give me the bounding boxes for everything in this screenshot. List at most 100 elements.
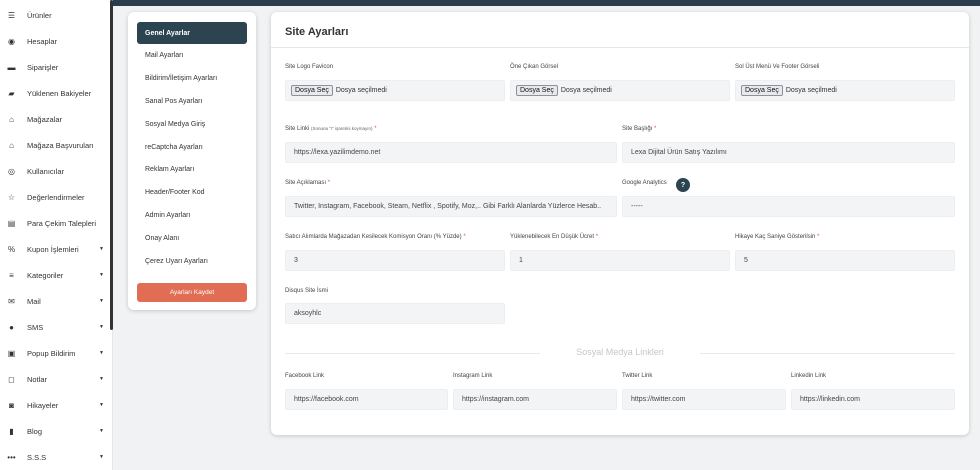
wallet-icon: ▰ [8, 88, 15, 98]
sidebar-item[interactable]: ◉ Hesaplar [0, 31, 108, 51]
sidebar-item[interactable]: ● SMS ▼ [0, 317, 108, 337]
sidebar-item[interactable]: ▰ Yüklenen Bakiyeler [0, 83, 108, 103]
sidebar-item-label: Notlar [27, 374, 48, 384]
story-seconds-label: Hikaye Kaç Saniye Gösterilsin * [735, 234, 820, 240]
google-analytics-label: Google Analytics [622, 180, 667, 186]
sidebar-item-label: Mail [27, 296, 41, 306]
save-settings-button[interactable]: Ayarları Kaydet [137, 283, 247, 302]
settings-menu-item[interactable]: Bildirim/İletişim Ayarları [137, 68, 247, 90]
featured-image-label: Öne Çıkan Görsel [510, 64, 559, 70]
sidebar-item[interactable]: ▬ Siparişler [0, 57, 108, 77]
sidebar-item-label: Ürünler [27, 10, 52, 20]
linkedin-input[interactable]: https://linkedin.com [791, 389, 955, 410]
sidebar-item-label: Değerlendirmeler [27, 192, 85, 202]
settings-menu-item[interactable]: Genel Ayarlar [137, 22, 247, 44]
site-description-input[interactable]: Twitter, Instagram, Facebook, Steam, Net… [285, 196, 617, 217]
sidebar-item[interactable]: ☆ Değerlendirmeler [0, 187, 108, 207]
sidebar-item[interactable]: ⌂ Mağazalar [0, 109, 108, 129]
camera-icon: ◙ [9, 400, 14, 410]
settings-menu-item[interactable]: reCaptcha Ayarları [137, 136, 247, 158]
site-link-label: Site Linki (Sonuna "/" işaretini koymayı… [285, 126, 377, 132]
caret-down-icon: ▼ [99, 246, 104, 252]
sidebar-item-label: Kategoriler [27, 270, 64, 280]
linkedin-label: Linkedin Link [791, 373, 827, 379]
disqus-label: Disqus Site İsmi [285, 288, 329, 294]
featured-choose-file-button[interactable]: Dosya Seç [516, 85, 558, 96]
store-application-icon: ⌂ [9, 140, 14, 150]
commission-label: Satıcı Alımlarda Mağazadan Kesilecek Kom… [285, 234, 466, 240]
users-icon: ◎ [8, 166, 15, 176]
settings-menu-item[interactable]: Sanal Pos Ayarları [137, 90, 247, 112]
min-payment-input[interactable]: 1 [510, 250, 730, 271]
instagram-input[interactable]: https://instagram.com [453, 389, 617, 410]
sidebar-item[interactable]: ⌂ Mağaza Başvuruları [0, 135, 108, 155]
caret-down-icon: ▼ [99, 402, 104, 408]
logo-choose-file-button[interactable]: Dosya Seç [291, 85, 333, 96]
settings-menu-item[interactable]: Reklam Ayarları [137, 159, 247, 181]
disqus-input[interactable]: aksoyhlc [285, 303, 505, 324]
twitter-input[interactable]: https://twitter.com [622, 389, 786, 410]
site-link-input[interactable]: https://lexa.yazilimdemo.net [285, 142, 617, 163]
help-icon[interactable]: ? [676, 178, 690, 192]
sidebar-item[interactable]: ◻ Notlar ▼ [0, 369, 108, 389]
menu-footer-image-file-input[interactable]: Dosya Seç Dosya seçilmedi [735, 80, 955, 101]
sidebar-item-label: Kullanıcılar [27, 166, 65, 176]
menu-footer-image-label: Sol Üst Menü Ve Footer Görseli [735, 64, 820, 70]
sidebar-item-label: Siparişler [27, 62, 59, 72]
commission-input[interactable]: 3 [285, 250, 505, 271]
site-settings-card: Site Ayarları Site Logo Favicon Dosya Se… [271, 12, 969, 435]
site-title-input[interactable]: Lexa Dijital Ürün Satış Yazılımı [622, 142, 955, 163]
sidebar-item-label: Kupon İşlemleri [27, 244, 79, 254]
sidebar: ☰ Ürünler ◉ Hesaplar ▬ Siparişler ▰ Yüklenen Ba… [0, 0, 113, 470]
settings-menu-item[interactable]: Admin Ayarları [137, 204, 247, 226]
facebook-input[interactable]: https://facebook.com [285, 389, 448, 410]
sidebar-item[interactable]: ☰ Ürünler [0, 5, 108, 25]
settings-menu-item[interactable]: Mail Ayarları [137, 45, 247, 67]
min-payment-label: Yüklenebilecek En Düşük Ücret * [510, 234, 599, 240]
sidebar-item-label: Mağaza Başvuruları [27, 140, 94, 150]
logo-file-status: Dosya seçilmedi [335, 87, 387, 94]
google-analytics-input[interactable]: ----- [622, 196, 955, 217]
sidebar-item-label: Popup Bildirim [27, 348, 76, 358]
sidebar-item[interactable]: ≡ Kategoriler ▼ [0, 265, 108, 285]
sidebar-item[interactable]: ▤ Para Çekim Talepleri [0, 213, 108, 233]
settings-menu-item[interactable]: Onay Alanı [137, 227, 247, 249]
mail-icon: ✉ [8, 296, 15, 306]
sidebar-item[interactable]: ◎ Kullanıcılar [0, 161, 108, 181]
settings-menu-item[interactable]: Çerez Uyarı Ayarları [137, 250, 247, 272]
logo-favicon-label: Site Logo Favicon [285, 64, 334, 70]
list-icon: ☰ [7, 10, 16, 20]
sidebar-scrollbar[interactable] [110, 0, 113, 330]
site-title-label: Site Başlığı * [622, 126, 657, 132]
user-circle-icon: ◉ [8, 36, 15, 46]
facebook-label: Facebook Link [285, 373, 325, 379]
sidebar-item[interactable]: ••• S.S.S ▼ [0, 447, 108, 467]
caret-down-icon: ▼ [99, 350, 104, 356]
settings-menu-item[interactable]: Sosyal Medya Giriş [137, 113, 247, 135]
site-description-label: Site Açıklaması * [285, 180, 331, 186]
featured-image-file-input[interactable]: Dosya Seç Dosya seçilmedi [510, 80, 730, 101]
title-divider [271, 47, 969, 48]
sidebar-item[interactable]: ▮ Blog ▼ [0, 421, 108, 441]
settings-menu-item[interactable]: Header/Footer Kod [137, 182, 247, 204]
sidebar-item-label: Mağazalar [27, 114, 63, 124]
page-title: Site Ayarları [285, 26, 349, 38]
menu-footer-choose-file-button[interactable]: Dosya Seç [741, 85, 783, 96]
story-seconds-input[interactable]: 5 [735, 250, 955, 271]
instagram-label: Instagram Link [453, 373, 493, 379]
top-bar [113, 0, 980, 6]
sidebar-item[interactable]: % Kupon İşlemleri ▼ [0, 239, 108, 259]
caret-down-icon: ▼ [99, 376, 104, 382]
chat-icon: ● [9, 322, 14, 332]
settings-menu: Genel Ayarlar Mail Ayarları Bildirim/İleti… [128, 12, 256, 310]
sidebar-item[interactable]: ✉ Mail ▼ [0, 291, 108, 311]
blog-icon: ▮ [9, 426, 14, 436]
sidebar-item-label: Hesaplar [27, 36, 58, 46]
twitter-label: Twitter Link [622, 373, 653, 379]
logo-favicon-file-input[interactable]: Dosya Seç Dosya seçilmedi [285, 80, 505, 101]
sidebar-item[interactable]: ◙ Hikayeler ▼ [0, 395, 108, 415]
faq-icon: ••• [7, 452, 16, 462]
sidebar-item[interactable]: ▣ Popup Bildirim ▼ [0, 343, 108, 363]
sidebar-item-label: Blog [27, 426, 43, 436]
store-icon: ⌂ [9, 114, 14, 124]
